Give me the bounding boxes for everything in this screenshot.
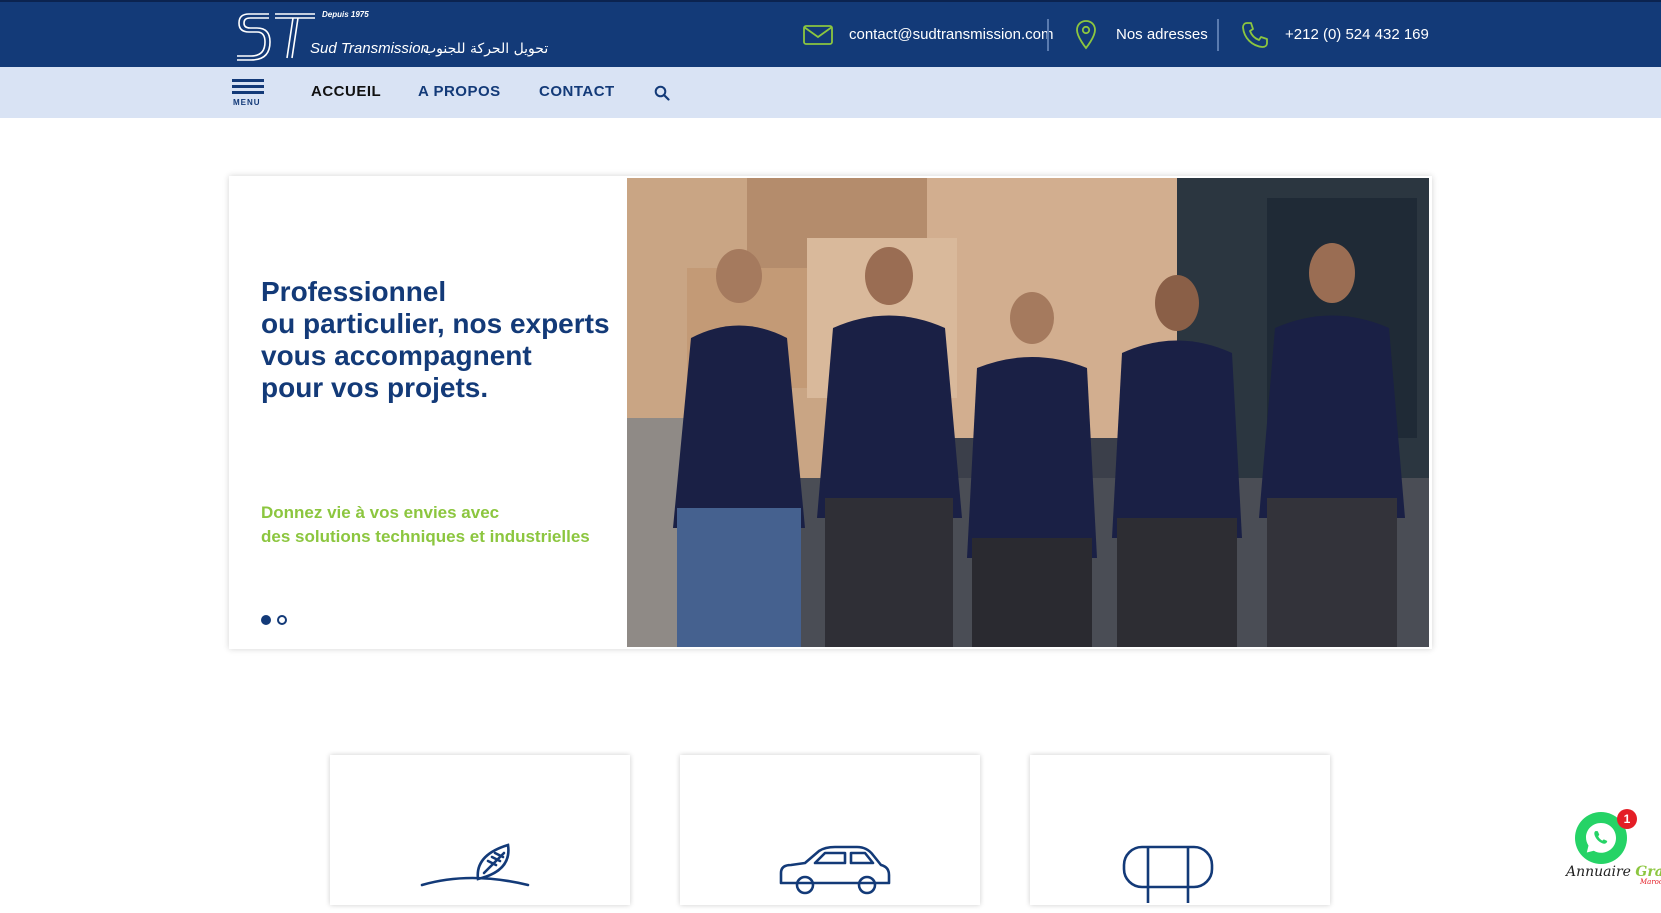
hero-title: Professionnel ou particulier, nos expert… xyxy=(261,276,621,404)
feature-card-automobile[interactable] xyxy=(680,755,980,905)
hero-slider: Professionnel ou particulier, nos expert… xyxy=(229,176,1432,649)
menu-label: MENU xyxy=(233,98,261,107)
st-logo-mark-icon xyxy=(237,13,315,61)
phone-icon xyxy=(1242,21,1268,48)
hero-title-line: Professionnel xyxy=(261,276,447,307)
nav-item-contact[interactable]: CONTACT xyxy=(539,83,615,100)
annuaire-text: Annuaire xyxy=(1566,864,1631,880)
hero-title-line: vous accompagnent xyxy=(261,340,532,371)
email-contact[interactable]: contact@sudtransmission.com xyxy=(803,2,1053,67)
slider-dots xyxy=(261,615,287,625)
hero-title-line: pour vos projets. xyxy=(261,372,489,403)
hero-subtitle-line: Donnez vie à vos envies avec xyxy=(261,503,500,522)
header-divider xyxy=(1217,19,1219,51)
menu-icon-bar xyxy=(232,91,264,94)
leaf-field-icon xyxy=(420,843,530,887)
menu-icon-bar xyxy=(232,85,264,88)
search-icon[interactable] xyxy=(654,85,670,101)
logo-arabic: تحويل الحركة للجنوب xyxy=(423,41,549,57)
logo-since: Depuis 1975 xyxy=(322,10,369,19)
hero-subtitle: Donnez vie à vos envies avec des solutio… xyxy=(261,501,590,549)
team-photo xyxy=(627,178,1429,647)
annuaire-maroc-text: Maroc xyxy=(1640,878,1661,886)
location-pin-icon xyxy=(1076,19,1096,49)
email-link[interactable]: contact@sudtransmission.com xyxy=(849,26,1053,43)
addresses-link[interactable]: Nos adresses xyxy=(1116,26,1208,43)
slider-dot-2[interactable] xyxy=(277,615,287,625)
annuaire-badge[interactable]: Annuaire Gratuit Maroc xyxy=(1566,864,1661,886)
hero-title-line: ou particulier, nos experts xyxy=(261,308,610,339)
feature-card-agriculture[interactable] xyxy=(330,755,630,905)
menu-icon xyxy=(232,79,264,82)
logo-name: Sud Transmission xyxy=(310,40,429,57)
top-bar: Depuis 1975 Sud Transmission تحويل الحرك… xyxy=(0,0,1661,67)
menu-button[interactable]: MENU xyxy=(232,79,266,107)
slider-dot-1[interactable] xyxy=(261,615,271,625)
mail-icon xyxy=(803,24,833,45)
feature-card-industrie[interactable] xyxy=(1030,755,1330,905)
nav-item-accueil[interactable]: ACCUEIL xyxy=(311,83,381,100)
nav-item-a-propos[interactable]: A PROPOS xyxy=(418,83,501,100)
phone-contact[interactable]: +212 (0) 524 432 169 xyxy=(1241,2,1429,67)
car-icon xyxy=(779,845,891,895)
whatsapp-badge: 1 xyxy=(1617,809,1637,829)
roller-icon xyxy=(1122,845,1214,903)
addresses-contact[interactable]: Nos adresses xyxy=(1076,2,1208,67)
header-divider xyxy=(1047,19,1049,51)
site-logo[interactable]: Depuis 1975 Sud Transmission تحويل الحرك… xyxy=(235,8,565,64)
phone-link[interactable]: +212 (0) 524 432 169 xyxy=(1285,26,1429,43)
hero-subtitle-line: des solutions techniques et industrielle… xyxy=(261,527,590,546)
